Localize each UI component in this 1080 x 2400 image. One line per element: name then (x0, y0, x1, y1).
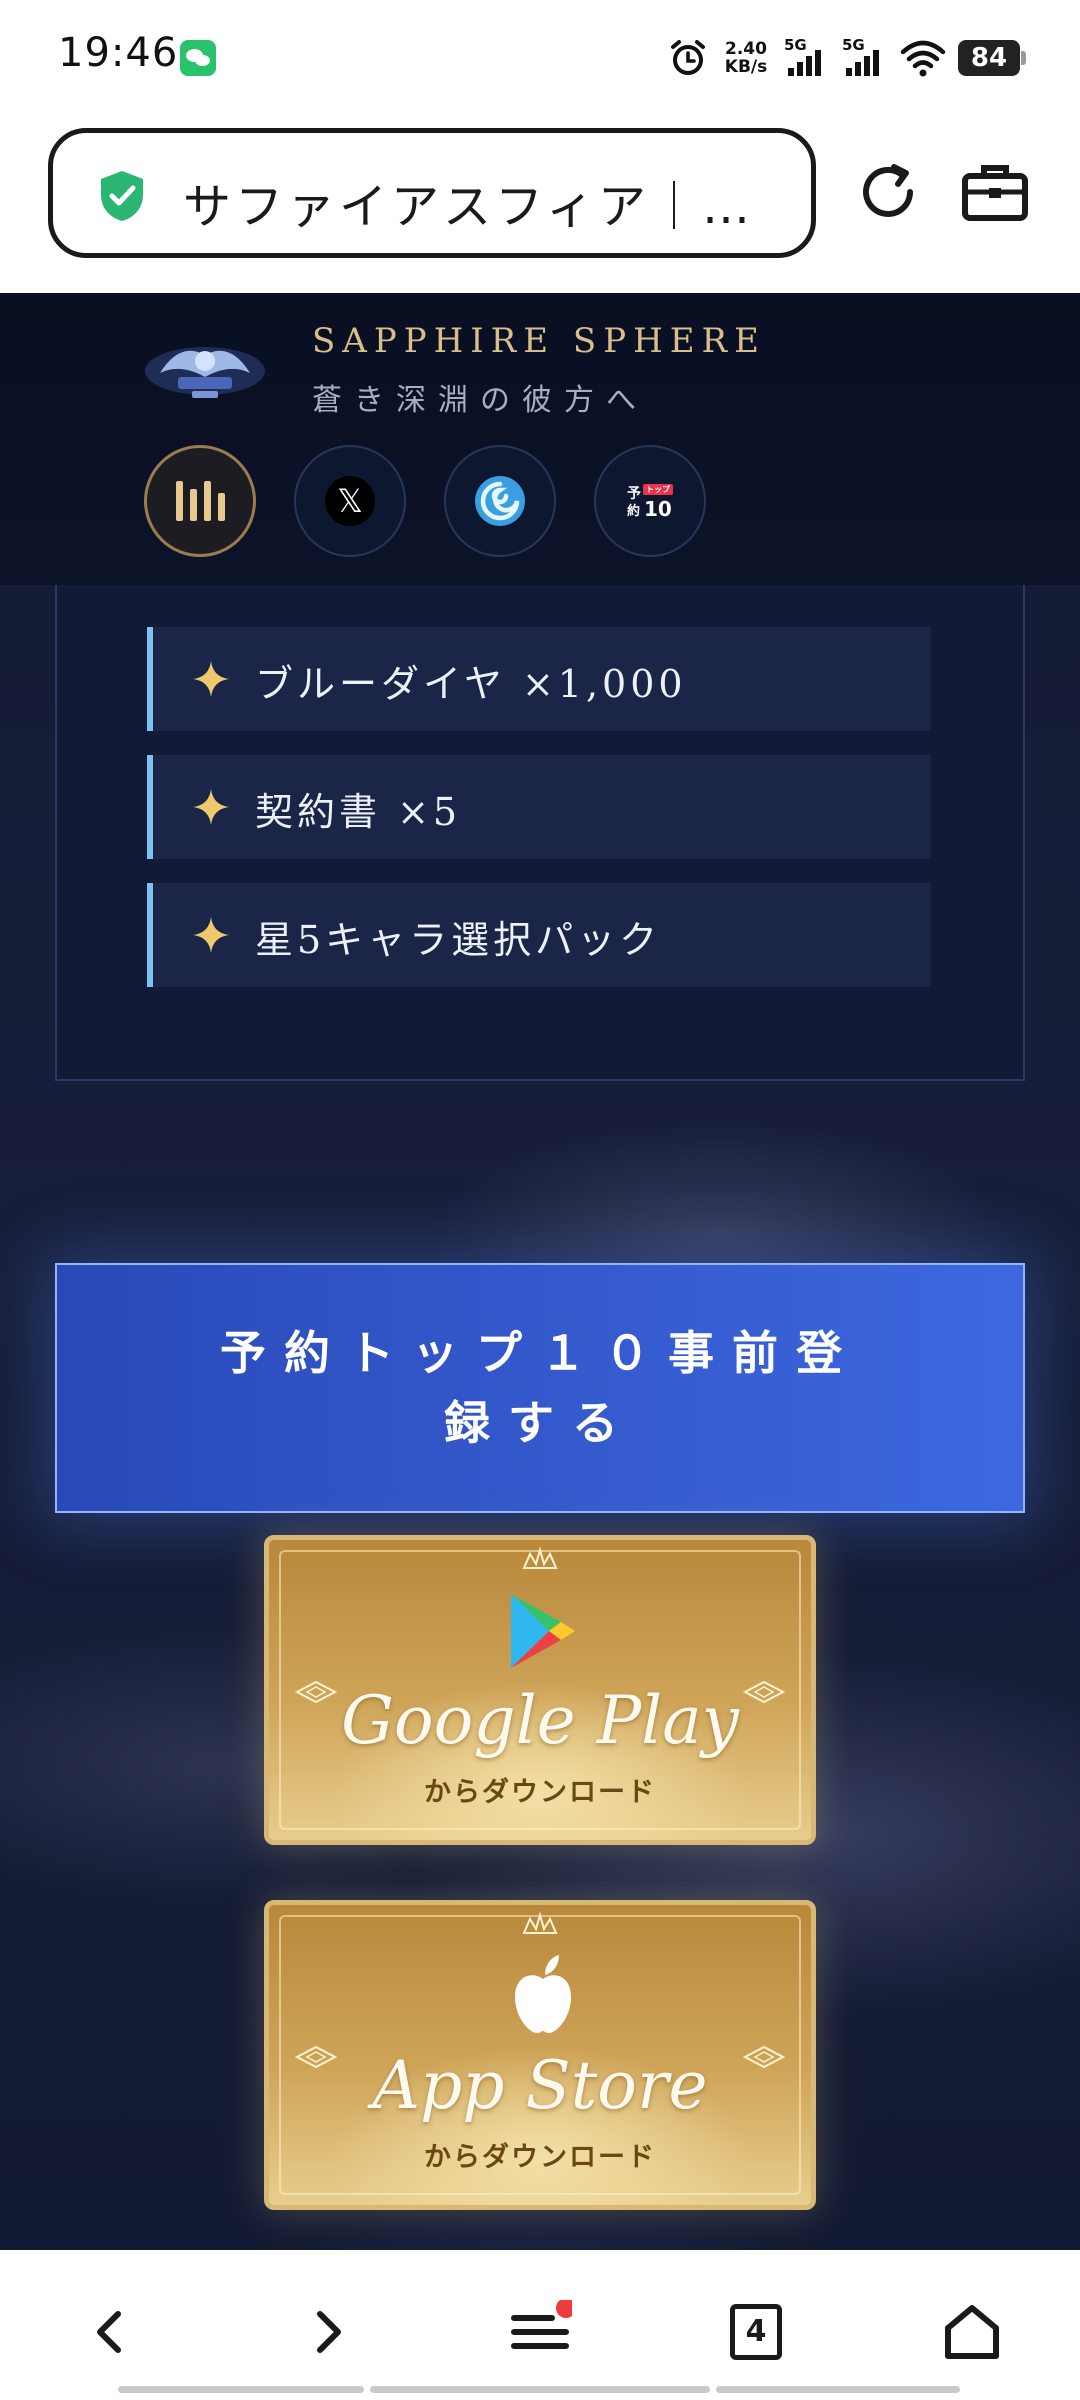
status-icons: 2.40 KB/s 5G 5G 84 (668, 36, 1026, 80)
status-bar: 19:46 2.40 KB/s 5G 5G 84 (0, 0, 1080, 118)
reload-icon[interactable] (854, 158, 922, 226)
menu-button[interactable] (144, 445, 256, 557)
game-logo[interactable] (140, 333, 270, 409)
rank-badge-icon: 予 約 トップ 10 (627, 484, 673, 521)
menu-icon[interactable] (508, 2300, 572, 2364)
swirl-icon (475, 476, 525, 526)
shield-icon (101, 171, 143, 221)
back-icon[interactable] (78, 2300, 142, 2364)
reward-item: 契約書 ×5 (147, 755, 931, 859)
google-play-icon (511, 1594, 575, 1668)
briefcase-icon[interactable] (960, 160, 1030, 224)
reward-label: ブルーダイヤ ×1,000 (255, 662, 687, 706)
gesture-bar (118, 2386, 364, 2393)
browser-toolbar: サファイアスフィア｜… (0, 118, 1080, 293)
x-icon: 𝕏 (325, 476, 375, 526)
sparkle-icon (193, 789, 229, 825)
wechat-icon (180, 40, 216, 76)
reward-item: ブルーダイヤ ×1,000 (147, 627, 931, 731)
store-name: Google Play (341, 1682, 739, 1759)
crown-ornament-icon (522, 1546, 558, 1569)
signal-icon: 5G (842, 36, 888, 78)
x-button[interactable]: 𝕏 (294, 445, 406, 557)
store-name: App Store (372, 2047, 708, 2124)
wifi-icon (900, 40, 946, 77)
community-button[interactable] (444, 445, 556, 557)
home-icon[interactable] (940, 2300, 1004, 2364)
preregister-label: 予約トップ１０事前登録する (220, 1326, 860, 1450)
signal-icon: 5G (784, 36, 830, 78)
gesture-bar (716, 2386, 960, 2393)
site-tagline: 蒼き深淵の彼方へ (312, 383, 648, 418)
forward-icon[interactable] (296, 2300, 360, 2364)
apple-icon (515, 1955, 571, 2033)
preregister-button[interactable]: 予約トップ１０事前登録する (55, 1263, 1025, 1513)
browser-bottom-bar: 4 (0, 2250, 1080, 2400)
reward-label: 星5キャラ選択パック (255, 918, 662, 962)
rank-button[interactable]: 予 約 トップ 10 (594, 445, 706, 557)
sparkle-icon (193, 661, 229, 697)
net-speed: 2.40 KB/s (720, 40, 772, 76)
battery-icon: 84 (958, 40, 1026, 76)
gesture-bar (370, 2386, 710, 2393)
reward-label: 契約書 ×5 (255, 790, 462, 834)
alarm-icon (671, 40, 705, 75)
url-title: サファイアスフィア｜… (183, 179, 755, 235)
site-nav: 𝕏 予 約 トップ 10 (144, 445, 706, 557)
net-speed-unit: KB/s (724, 57, 768, 77)
google-play-button[interactable]: Google Play からダウンロード (264, 1535, 816, 1845)
tabs-icon[interactable]: 4 (730, 2304, 782, 2360)
bars-icon (175, 481, 225, 521)
address-bar[interactable]: サファイアスフィア｜… (48, 128, 816, 258)
net-speed-value: 2.40 (725, 39, 767, 59)
store-subtitle: からダウンロード (424, 2142, 656, 2173)
crown-ornament-icon (522, 1911, 558, 1934)
reward-item: 星5キャラ選択パック (147, 883, 931, 987)
rewards-panel: ブルーダイヤ ×1,000 契約書 ×5 星5キャラ選択パック (55, 585, 1025, 1081)
store-subtitle: からダウンロード (424, 1777, 656, 1808)
status-time: 19:46 (58, 30, 179, 76)
app-store-button[interactable]: App Store からダウンロード (264, 1900, 816, 2210)
site-header: SAPPHIRE SPHERE 蒼き深淵の彼方へ 𝕏 予 約 トップ 10 (0, 293, 1080, 585)
sparkle-icon (193, 917, 229, 953)
site-title: SAPPHIRE SPHERE (312, 321, 766, 361)
